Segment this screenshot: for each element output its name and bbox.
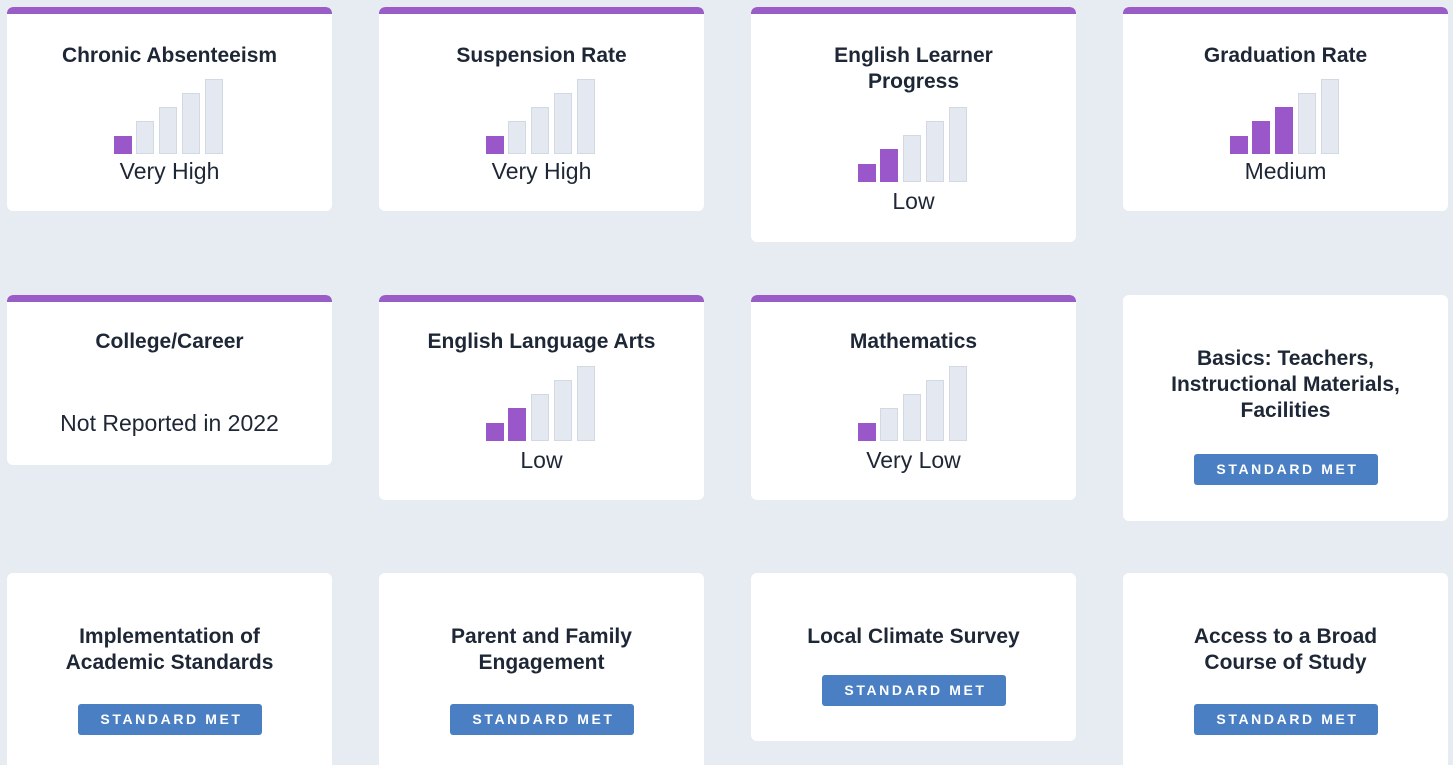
card-title: Graduation Rate [1203,44,1368,67]
gauge-bar-5-empty [577,79,595,154]
card-title: Suspension Rate [456,44,627,67]
gauge-bar-1-filled [858,164,876,182]
gauge-bar-1-filled [858,423,876,441]
standard-met-badge: STANDARD MET [1194,454,1378,485]
card-title: Implementation of Academic Standards [65,625,274,674]
gauge-bar-4-empty [554,380,572,441]
gauge-bar-5-empty [577,366,595,441]
gauge-bar-3-empty [903,394,921,441]
local-indicator-card-broad-course-of-study[interactable]: Access to a Broad Course of Study STANDA… [1123,573,1448,765]
status-level: Not Reported in 2022 [60,410,279,436]
status-level: Low [520,447,563,473]
gauge-bar-5-empty [205,79,223,154]
indicator-card-graduation-rate[interactable]: Graduation Rate Medium [1123,7,1448,211]
gauge-bar-4-empty [554,93,572,154]
card-title: Access to a Broad Course of Study [1193,625,1378,674]
local-indicator-card-local-climate-survey[interactable]: Local Climate Survey STANDARD MET [751,573,1076,741]
gauge-bar-5-empty [949,366,967,441]
standard-met-badge: STANDARD MET [1194,704,1378,735]
gauge-bar-3-empty [531,394,549,441]
indicator-card-chronic-absenteeism[interactable]: Chronic Absenteeism Very High [7,7,332,211]
performance-gauge [858,365,968,441]
card-title: Local Climate Survey [807,625,1020,648]
status-level: Very High [491,158,592,184]
standard-met-badge: STANDARD MET [450,704,634,735]
indicator-card-english-learner-progress[interactable]: English Learner Progress Low [751,7,1076,242]
gauge-bar-2-empty [508,121,526,154]
status-level: Very High [119,158,220,184]
gauge-bar-5-empty [949,107,967,182]
performance-gauge [858,106,968,182]
card-title: Mathematics [849,330,978,353]
gauge-bar-3-filled [1275,107,1293,154]
gauge-bar-2-filled [508,408,526,441]
status-level: Very Low [866,447,961,473]
gauge-bar-2-empty [880,408,898,441]
local-indicator-card-basics[interactable]: Basics: Teachers, Instructional Material… [1123,295,1448,521]
status-level: Medium [1244,158,1327,184]
indicator-card-suspension-rate[interactable]: Suspension Rate Very High [379,7,704,211]
gauge-bar-2-filled [1252,121,1270,154]
gauge-bar-1-filled [486,423,504,441]
performance-gauge [1230,78,1340,154]
card-title: English Language Arts [427,330,656,353]
gauge-bar-3-empty [903,135,921,182]
gauge-bar-2-filled [880,149,898,182]
card-title: Basics: Teachers, Instructional Material… [1171,347,1400,422]
indicator-card-college-career[interactable]: College/Career Not Reported in 2022 [7,295,332,465]
gauge-bar-2-empty [136,121,154,154]
performance-gauge [114,78,224,154]
card-title: Parent and Family Engagement [451,625,632,674]
standard-met-badge: STANDARD MET [822,675,1006,706]
indicator-card-mathematics[interactable]: Mathematics Very Low [751,295,1076,500]
gauge-bar-4-empty [926,121,944,182]
gauge-bar-4-empty [1298,93,1316,154]
card-title: College/Career [95,330,244,353]
performance-gauge [486,78,596,154]
local-indicator-card-academic-standards[interactable]: Implementation of Academic Standards STA… [7,573,332,765]
indicator-card-english-language-arts[interactable]: English Language Arts Low [379,295,704,500]
gauge-bar-3-empty [159,107,177,154]
gauge-bar-5-empty [1321,79,1339,154]
gauge-bar-1-filled [486,136,504,154]
gauge-bar-4-empty [182,93,200,154]
performance-gauge [486,365,596,441]
gauge-bar-4-empty [926,380,944,441]
status-level: Low [892,188,935,214]
gauge-bar-1-filled [1230,136,1248,154]
card-title: English Learner Progress [834,44,993,93]
card-title: Chronic Absenteeism [61,44,278,67]
standard-met-badge: STANDARD MET [78,704,262,735]
gauge-bar-1-filled [114,136,132,154]
gauge-bar-3-empty [531,107,549,154]
local-indicator-card-parent-family-engagement[interactable]: Parent and Family Engagement STANDARD ME… [379,573,704,765]
